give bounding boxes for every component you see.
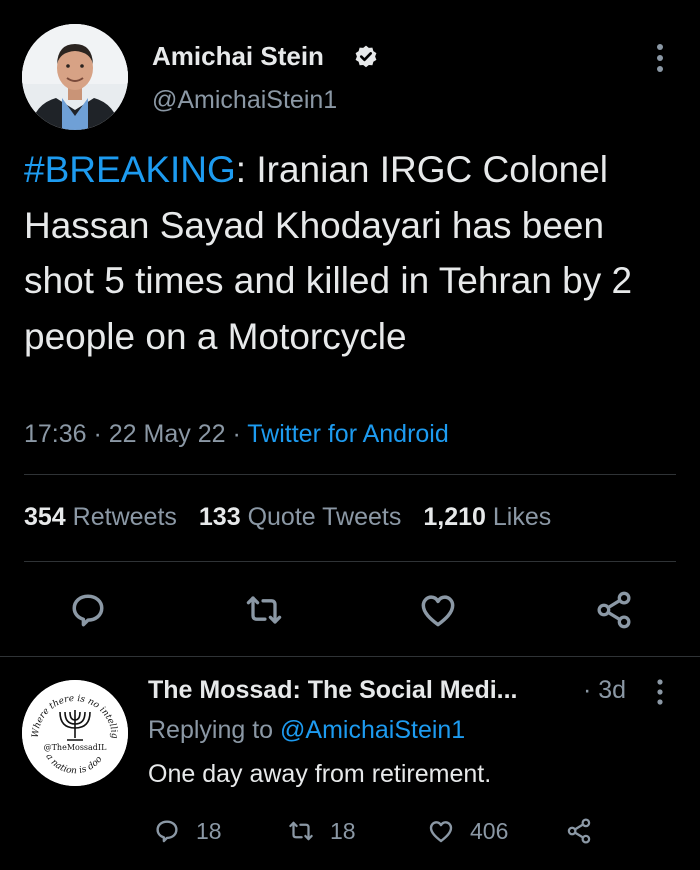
- reply-age[interactable]: · 3d: [583, 676, 626, 705]
- reply-more-options-icon[interactable]: [652, 678, 668, 706]
- likes-stat[interactable]: 1,210 Likes: [423, 503, 551, 531]
- tweet-source-link[interactable]: Twitter for Android: [247, 420, 448, 448]
- reply-replies-count: 18: [196, 817, 222, 844]
- divider: [24, 561, 676, 562]
- replying-prefix: Replying to: [148, 716, 281, 744]
- tweet-text: #BREAKING: Iranian IRGC Colonel Hassan S…: [24, 142, 684, 364]
- more-options-icon[interactable]: [652, 42, 668, 74]
- reply-retweet-button[interactable]: 18: [286, 813, 356, 849]
- reply-likes-count: 406: [470, 817, 509, 844]
- reply-reply-button[interactable]: 18: [152, 813, 222, 849]
- timestamp-text[interactable]: 17:36 · 22 May 22 ·: [24, 420, 247, 448]
- reply-icon: [156, 820, 178, 843]
- hashtag-link[interactable]: #BREAKING: [24, 149, 236, 190]
- retweet-icon[interactable]: [242, 588, 286, 632]
- share-icon: [567, 818, 591, 844]
- author-avatar[interactable]: [22, 24, 128, 130]
- quotes-stat[interactable]: 133 Quote Tweets: [199, 503, 401, 531]
- retweets-stat[interactable]: 354 Retweets: [24, 503, 177, 531]
- author-handle[interactable]: @AmichaiStein1: [152, 86, 337, 115]
- replying-to: Replying to @AmichaiStein1: [148, 716, 465, 745]
- like-icon[interactable]: [416, 588, 460, 632]
- verified-icon: [353, 44, 379, 70]
- reply-like-button[interactable]: 406: [426, 813, 508, 849]
- tweet-timestamp: 17:36 · 22 May 22 · Twitter for Android: [24, 420, 449, 449]
- reply-author-name[interactable]: The Mossad: The Social Medi...: [148, 676, 518, 705]
- reply-retweets-count: 18: [330, 817, 356, 844]
- replying-mention-link[interactable]: @AmichaiStein1: [280, 716, 465, 744]
- reply-icon[interactable]: [66, 588, 110, 632]
- share-icon[interactable]: [592, 588, 636, 632]
- retweet-icon: [289, 821, 313, 841]
- quotes-label: Quote Tweets: [247, 503, 402, 531]
- author-name[interactable]: Amichai Stein: [152, 41, 324, 72]
- reply-text: One day away from retirement.: [148, 760, 492, 788]
- divider: [24, 474, 676, 475]
- retweets-label: Retweets: [72, 503, 177, 531]
- divider: [0, 656, 700, 657]
- retweets-count: 354: [24, 503, 66, 531]
- avatar-middle-text: @TheMossadIL: [44, 743, 107, 752]
- like-icon: [429, 821, 453, 843]
- reply-author-avatar[interactable]: Where there is no intelligence @TheMossa…: [22, 680, 128, 786]
- quotes-count: 133: [198, 503, 241, 531]
- likes-label: Likes: [492, 503, 552, 531]
- likes-count: 1,210: [423, 503, 486, 531]
- reply-share-button[interactable]: [564, 813, 608, 849]
- tweet-stats: 354 Retweets 133 Quote Tweets 1,210 Likes: [24, 503, 551, 532]
